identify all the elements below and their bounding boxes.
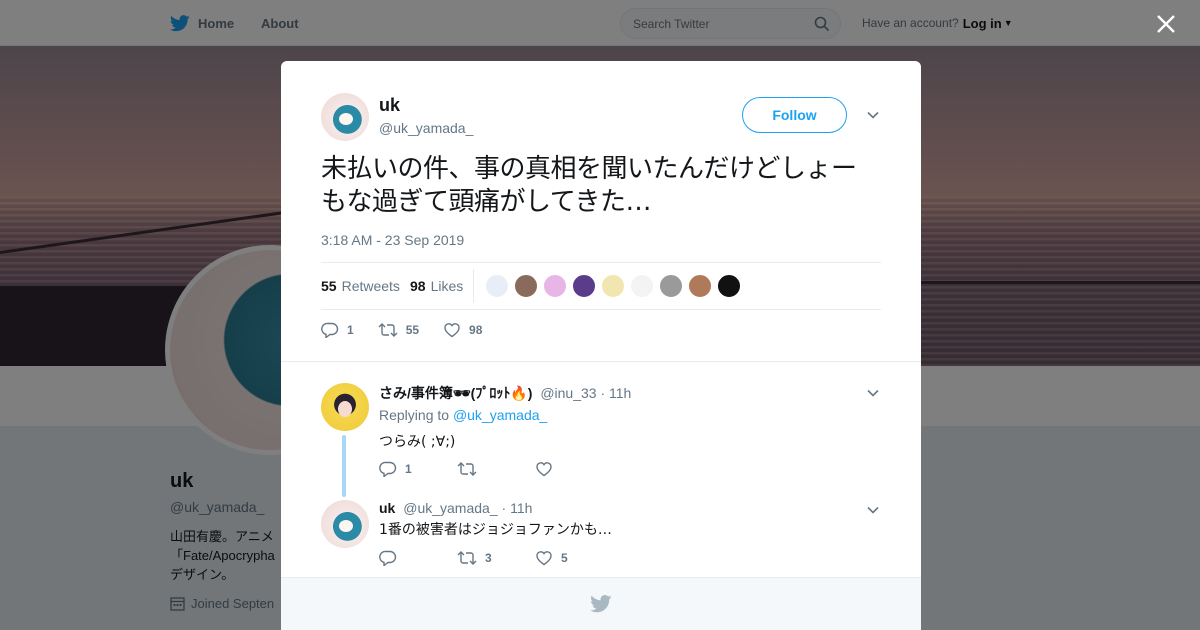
tweet-actions: 1 55 98 [321,320,506,340]
retweet-icon [457,551,477,565]
like-button[interactable] [535,461,613,477]
heart-icon [536,551,552,566]
reply-actions: 1 [379,459,613,479]
liker-avatar[interactable] [659,274,683,298]
tweet-stats: 55 Retweets 98 Likes [321,262,881,310]
like-button[interactable]: 98 [443,322,482,338]
retweet-count: 55 [405,323,420,337]
replying-prefix: Replying to [379,407,450,423]
like-count: 5 [561,551,568,565]
liker-avatar[interactable] [717,274,741,298]
chevron-down-icon[interactable] [865,107,881,123]
twitter-bird-icon [590,595,612,613]
chevron-down-icon[interactable] [865,385,881,401]
modal-footer [281,577,921,630]
liker-avatar[interactable] [630,274,654,298]
likes-label: Likes [430,278,464,294]
reply-author-avatar[interactable] [321,500,369,548]
replying-mention[interactable]: @uk_yamada_ [453,407,547,423]
author-avatar[interactable] [321,93,369,141]
reply-button[interactable] [379,550,457,566]
retweets-label: Retweets [341,278,400,294]
retweets-stat[interactable]: 55 Retweets [321,263,400,309]
replying-to: Replying to @uk_yamada_ [379,407,547,423]
likes-stat[interactable]: 98 Likes [410,263,463,309]
reply-time[interactable]: · 11h [600,385,631,401]
liker-avatar[interactable] [572,274,596,298]
reply-author-avatar[interactable] [321,383,369,431]
liker-avatar[interactable] [485,274,509,298]
liker-avatars [485,274,746,298]
liker-avatar[interactable] [688,274,712,298]
reply-author-handle[interactable]: @inu_33 [540,385,596,401]
likes-count: 98 [410,278,426,294]
reply-icon [379,461,397,477]
retweet-button[interactable]: 3 [457,550,535,566]
like-button[interactable]: 5 [535,550,613,566]
author-info[interactable]: uk @uk_yamada_ [379,95,473,136]
retweet-button[interactable] [457,461,535,477]
reply-author-name[interactable]: uk [379,500,395,516]
reply-author-handle[interactable]: @uk_yamada_ [403,500,497,516]
heart-icon [444,323,460,338]
retweet-button[interactable]: 55 [378,322,419,338]
reply-count: 1 [347,323,354,337]
reply-header: uk @uk_yamada_ · 11h [379,500,532,516]
reply-text: 1番の被害者はジョジョファンかも… [379,522,612,538]
liker-avatar[interactable] [543,274,567,298]
reply-text: つらみ( ;∀;) [379,434,456,450]
reply-icon [321,322,339,338]
reply-button[interactable]: 1 [321,322,354,338]
heart-icon [536,462,552,477]
like-count: 98 [469,323,483,337]
retweet-count: 3 [485,551,492,565]
follow-button[interactable]: Follow [742,97,847,133]
author-handle: @uk_yamada_ [379,120,474,136]
tweet-header: uk @uk_yamada_ Follow [321,93,881,143]
retweet-icon [378,323,398,337]
reply-icon [379,550,397,566]
retweets-count: 55 [321,278,337,294]
chevron-down-icon[interactable] [865,502,881,518]
thread-line [342,435,346,497]
liker-avatar[interactable] [514,274,538,298]
close-icon[interactable] [1154,12,1178,36]
reply-count: 1 [405,462,412,476]
tweet-timestamp[interactable]: 3:18 AM - 23 Sep 2019 [321,232,464,248]
tweet-modal: uk @uk_yamada_ Follow 未払いの件、事の真相を聞いたんだけど… [281,61,921,630]
retweet-icon [457,462,477,476]
stats-divider [473,269,474,303]
reply-author-name[interactable]: さみ/事件簿🕶(ﾌﾟﾛｯﾄ🔥) [379,385,532,401]
reply-time[interactable]: · 11h [502,500,533,516]
reply-button[interactable]: 1 [379,461,457,477]
reply-header: さみ/事件簿🕶(ﾌﾟﾛｯﾄ🔥) @inu_33 · 11h [379,383,631,403]
author-name: uk [379,95,401,115]
reply-actions: 3 5 [379,548,613,568]
liker-avatar[interactable] [601,274,625,298]
tweet-text: 未払いの件、事の真相を聞いたんだけどしょーもな過ぎて頭痛がしてきた… [321,154,857,217]
